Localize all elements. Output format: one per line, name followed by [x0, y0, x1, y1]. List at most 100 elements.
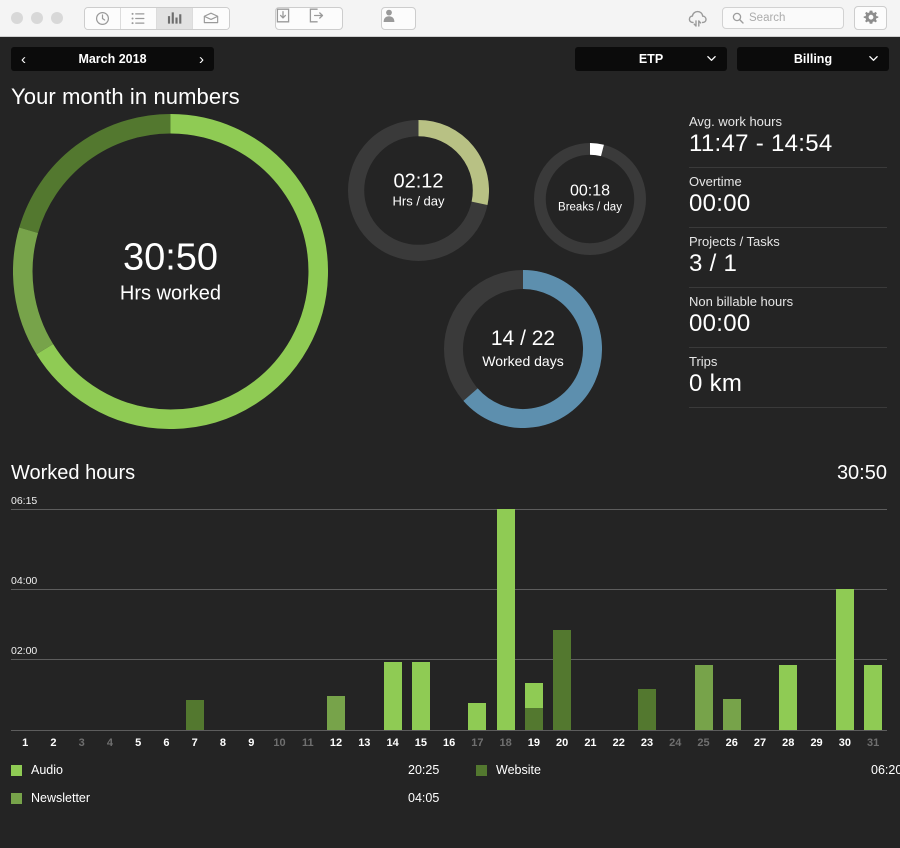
file-actions-group [275, 6, 343, 30]
legend-item-website[interactable]: Website 06:20 [476, 763, 900, 777]
chart-bar-stack [496, 509, 515, 730]
legend-total-website: 06:20 [871, 763, 900, 777]
chart-bar-column[interactable] [265, 509, 293, 730]
chart-bar-column[interactable] [492, 509, 520, 730]
billing-filter-dropdown[interactable]: Billing [737, 47, 889, 71]
search-input[interactable]: Search [722, 7, 844, 29]
chart-bar-column[interactable] [350, 509, 378, 730]
legend-item-audio[interactable]: Audio 20:25 [11, 763, 439, 777]
close-button[interactable] [11, 12, 23, 24]
chart-bar-column[interactable] [746, 509, 774, 730]
chart-bar-segment [553, 629, 572, 730]
stat-value: 00:00 [689, 310, 751, 337]
chevron-down-icon [869, 56, 878, 61]
chart-x-tick-label: 30 [838, 737, 851, 749]
donut-hours-per-day-label: Hrs / day [392, 193, 445, 209]
chart-x-tick-label: 1 [22, 737, 29, 749]
chart-bar-column[interactable] [576, 509, 604, 730]
export-button[interactable] [309, 8, 342, 29]
chart-bar-segment [496, 509, 515, 730]
chart-x-tick-label: 28 [782, 737, 795, 749]
list-icon [131, 12, 145, 24]
summary-donuts: 30:50 Hrs worked 02:12 Hrs / day 00:18 B… [0, 110, 900, 440]
chevron-down-icon [707, 56, 716, 61]
prev-month-button[interactable]: ‹ [21, 52, 26, 67]
chart-bar-stack [327, 695, 346, 730]
tab-list[interactable] [121, 7, 157, 29]
chart-total: 30:50 [836, 462, 887, 484]
minimize-button[interactable] [31, 12, 43, 24]
stat-row: Avg. work hours 11:47 - 14:54 [689, 114, 887, 168]
import-button[interactable] [276, 8, 309, 29]
chart-bar-column[interactable] [774, 509, 802, 730]
stat-label: Avg. work hours [689, 114, 782, 129]
chart-bar-stack [694, 665, 713, 730]
chart-baseline [11, 730, 887, 731]
chart-x-tick-label: 13 [358, 737, 371, 749]
chart-header: Worked hours 30:50 [0, 462, 900, 485]
chart-x-tick-label: 2 [50, 737, 57, 749]
next-month-button[interactable]: › [199, 52, 204, 67]
chart-bar-column[interactable] [859, 509, 887, 730]
stat-row: Trips 0 km [689, 348, 887, 408]
chart-plot-area: 06:15 04:00 02:00 [11, 495, 887, 731]
stat-label: Overtime [689, 174, 742, 189]
legend-swatch-website [476, 764, 487, 776]
chart-bar-column[interactable] [802, 509, 830, 730]
chart-bar-column[interactable] [463, 509, 491, 730]
settings-button[interactable] [854, 6, 887, 30]
chart-bar-column[interactable] [633, 509, 661, 730]
chart-bar-column[interactable] [96, 509, 124, 730]
chart-bar-segment [722, 699, 741, 730]
donut-breaks-per-day: 00:18 Breaks / day [534, 143, 646, 255]
tab-timer[interactable] [85, 7, 121, 29]
legend-item-newsletter[interactable]: Newsletter 04:05 [11, 791, 439, 805]
tab-reports[interactable] [157, 7, 193, 29]
chart-bar-column[interactable] [39, 509, 67, 730]
chart-bar-column[interactable] [689, 509, 717, 730]
donut-worked-days-label: Worked days [482, 352, 564, 369]
donut-breaks-per-day-value: 00:18 [569, 182, 611, 200]
zoom-button[interactable] [51, 12, 63, 24]
stat-value: 00:00 [689, 190, 751, 217]
chart-x-tick-label: 8 [219, 737, 227, 749]
chart-bar-column[interactable] [181, 509, 209, 730]
chart-bar-column[interactable] [152, 509, 180, 730]
chart-bar-column[interactable] [435, 509, 463, 730]
chart-bar-column[interactable] [718, 509, 746, 730]
chart-x-tick-label: 12 [329, 737, 343, 749]
chart-bar-column[interactable] [124, 509, 152, 730]
chart-bar-column[interactable] [294, 509, 322, 730]
chart-bar-column[interactable] [520, 509, 548, 730]
donut-worked-days: 14 / 22 Worked days [444, 270, 602, 428]
chart-bar-column[interactable] [661, 509, 689, 730]
chart-bar-column[interactable] [209, 509, 237, 730]
chart-bar-segment [468, 703, 487, 730]
chart-bar-column[interactable] [11, 509, 39, 730]
client-filter-dropdown[interactable]: ETP [575, 47, 727, 71]
chart-bar-column[interactable] [605, 509, 633, 730]
chart-x-tick-label: 21 [584, 737, 597, 749]
chart-bar-stack [411, 662, 430, 730]
tab-inbox[interactable] [193, 7, 229, 29]
chart-bar-segment [524, 682, 543, 709]
clock-icon [95, 11, 110, 25]
chart-bars [11, 509, 887, 730]
stat-label: Projects / Tasks [689, 234, 780, 249]
person-icon [383, 9, 395, 22]
chart-bar-column[interactable] [548, 509, 576, 730]
current-month-label: March 2018 [78, 52, 147, 66]
donut-hours-worked-value: 30:50 [122, 235, 219, 278]
chart-bar-segment [185, 699, 204, 730]
contacts-button[interactable] [382, 8, 415, 29]
chart-bar-column[interactable] [68, 509, 96, 730]
cloud-sync-button[interactable] [685, 7, 711, 30]
chart-bar-column[interactable] [831, 509, 859, 730]
chart-bar-stack [779, 665, 798, 730]
chart-bar-column[interactable] [237, 509, 265, 730]
chart-bar-column[interactable] [378, 509, 406, 730]
chart-bar-column[interactable] [322, 509, 350, 730]
chart-x-tick-label: 11 [301, 737, 314, 749]
donut-worked-days-value: 14 / 22 [490, 327, 556, 351]
chart-bar-column[interactable] [407, 509, 435, 730]
